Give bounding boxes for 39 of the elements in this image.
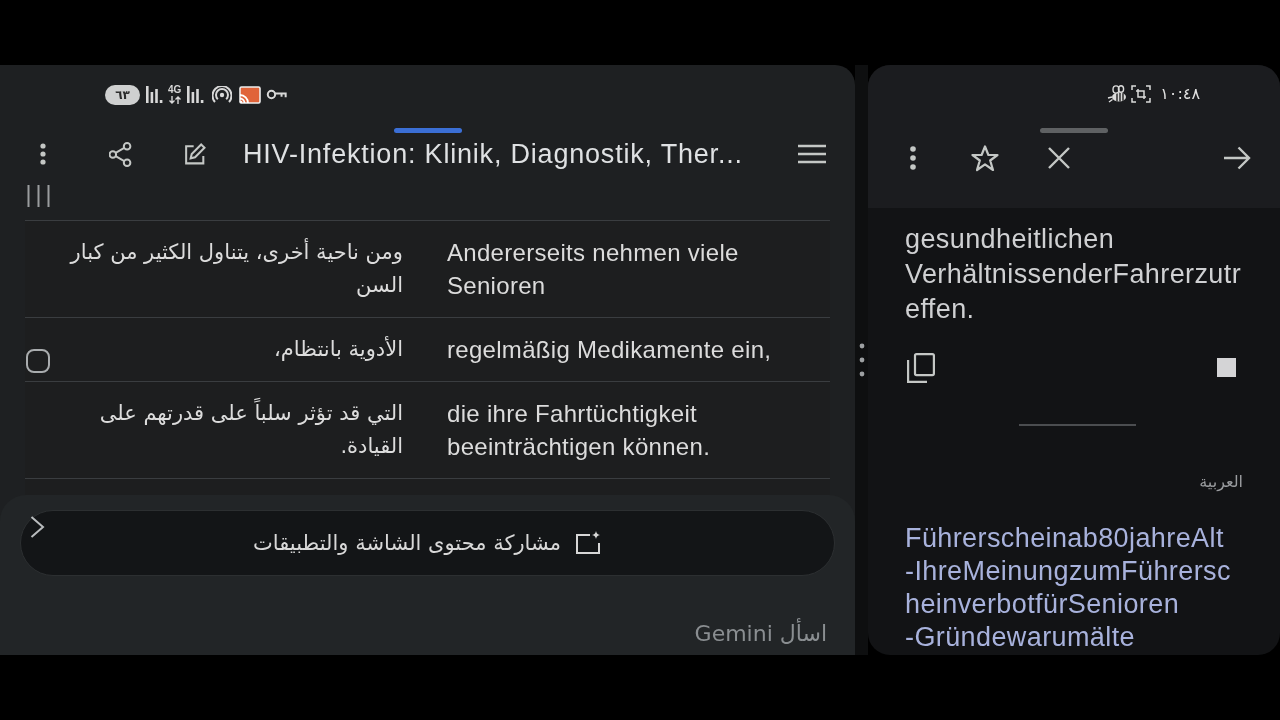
share-screen-chip[interactable]: مشاركة محتوى الشاشة والتطبيقات <box>20 510 835 576</box>
bee-icon <box>1107 84 1128 103</box>
status-time: ١٠:٤٨ <box>1160 84 1200 103</box>
share-icon[interactable] <box>109 141 132 167</box>
key-icon <box>266 89 288 100</box>
drag-handle-icon[interactable] <box>858 343 865 377</box>
square-outline-icon[interactable] <box>26 349 50 373</box>
arrow-right-icon[interactable] <box>1223 146 1251 170</box>
data-arrows-icon <box>168 96 181 104</box>
star-icon[interactable] <box>971 144 999 172</box>
grip-icon[interactable] <box>27 185 50 207</box>
document-title: HIV-Infektion: Klinik, Diagnostik, Ther... <box>243 138 743 170</box>
menu-icon[interactable] <box>798 144 826 164</box>
chevron-right-icon[interactable] <box>30 516 45 538</box>
signal-bars-icon <box>146 86 163 103</box>
network-type-label: 4G <box>168 85 182 95</box>
screenshot-icon <box>1131 84 1152 103</box>
drag-handle[interactable] <box>393 128 462 133</box>
drag-handle[interactable] <box>1040 128 1108 133</box>
edit-icon[interactable] <box>184 143 206 165</box>
close-icon[interactable] <box>1048 147 1070 169</box>
translation-text: gesundheitlichen VerhältnissenderFahrerzutr effen. <box>905 223 1243 326</box>
table-cell-text: die ihre Fahrtüchtigkeit beeinträchtigen können. <box>447 399 712 462</box>
language-label: العربية <box>1199 472 1243 492</box>
cast-icon <box>239 85 262 104</box>
table-cell-text: regelmäßig Medikamente ein, <box>447 335 773 365</box>
more-options-icon[interactable] <box>910 146 916 170</box>
source-text: Führerscheinab80jahreAlt -IhreMeinungzumFührersc heinverbotfürSenioren -Gründewarumälte <box>905 522 1232 654</box>
hotspot-icon <box>212 86 233 103</box>
table-cell: التي قد تؤثر سلباً على قدرتهم على القيادة. <box>52 397 403 463</box>
screen-sparkle-icon <box>574 531 602 555</box>
battery-indicator: ٦٣ <box>105 84 140 105</box>
table-cell-text: Andererseits nehmen viele Senioren <box>447 238 740 301</box>
signal-bars-icon <box>187 86 205 103</box>
table-cell-text: الأدوية بانتظام، <box>273 335 403 363</box>
table-cell-text: ومن ناحية أخرى، يتناول الكثير من كبار السن <box>68 237 403 299</box>
more-options-icon[interactable] <box>40 143 46 165</box>
prompt-field[interactable]: اسأل Gemini <box>489 616 829 652</box>
copy-icon[interactable] <box>907 352 935 383</box>
